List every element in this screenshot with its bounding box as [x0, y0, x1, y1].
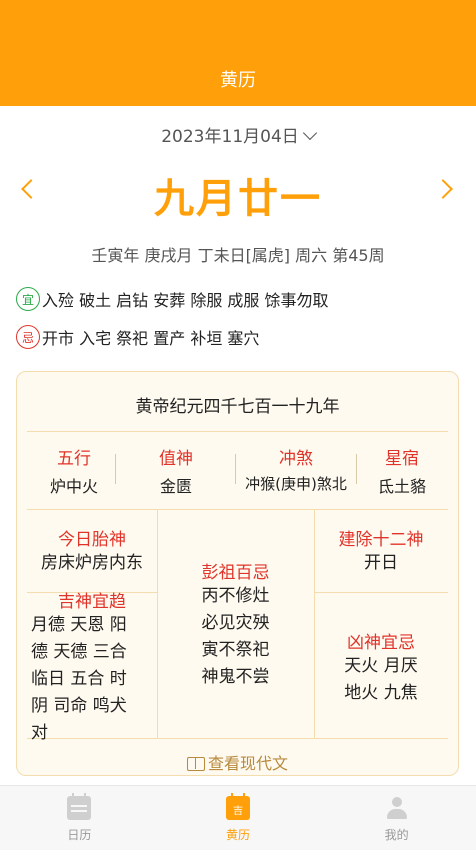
- book-icon: [186, 757, 205, 771]
- tab-huangli[interactable]: 吉 黄历: [159, 786, 318, 850]
- chongsha-value: 冲猴(庚申)煞北: [245, 475, 347, 493]
- xingxiu-value: 氐土貉: [377, 477, 426, 496]
- card-title: 黄帝纪元四千七百一十九年: [135, 397, 340, 417]
- page-title: 黄历: [220, 70, 256, 91]
- tab-bar: 日历 吉 黄历 我的: [0, 785, 476, 850]
- zhishen-value: 金匮: [159, 477, 192, 496]
- wuxing-label: 五行: [57, 449, 91, 469]
- jishen-line: 临日 五合 时: [31, 669, 127, 689]
- zhishen-cell: 值神 金匮: [121, 444, 231, 500]
- readmore-label: 查看现代文: [207, 754, 288, 773]
- yi-text: 入殓 破土 启钻 安葬 除服 成服 馀事勿取: [42, 291, 329, 310]
- xingxiu-cell: 星宿 氐土貉: [357, 444, 447, 500]
- jianchu-label: 建除十二神: [338, 530, 424, 550]
- tab-label: 日历: [67, 828, 92, 842]
- pengzu-line: 丙不修灶: [201, 586, 270, 606]
- wuxing-cell: 五行 炉中火: [27, 444, 121, 500]
- wuxing-value: 炉中火: [49, 477, 98, 496]
- xiongshen-label: 凶神宜忌: [347, 633, 415, 653]
- ji-text: 开市 入宅 祭祀 置产 补垣 塞穴: [42, 329, 260, 348]
- app-header: 黄历: [0, 0, 476, 106]
- xingxiu-label: 星宿: [385, 449, 419, 469]
- separator: [115, 454, 116, 484]
- divider: [27, 509, 448, 510]
- xiongshen-line: 天火 月厌: [344, 656, 418, 676]
- ji-row: 忌 开市 入宅 祭祀 置产 补垣 塞穴: [16, 325, 466, 349]
- jishen-line: 阴 司命 鸣犬: [31, 696, 127, 716]
- jishen-lines: 月德 天恩 阳 德 天德 三合 临日 五合 时 阴 司命 鸣犬 对: [31, 612, 155, 747]
- date-picker[interactable]: 2023年11月04日: [0, 122, 476, 147]
- jishen-line: 对: [31, 723, 48, 743]
- huangli-icon: 吉: [226, 793, 250, 820]
- calendar-icon: [67, 793, 92, 820]
- pengzu-lines: 丙不修灶 必见灾殃 寅不祭祀 神鬼不尝: [157, 583, 314, 691]
- lunar-date: 九月廿一: [154, 176, 322, 222]
- lunar-date-row: 九月廿一: [0, 160, 476, 224]
- pengzu-line: 神鬼不尝: [201, 667, 270, 687]
- read-modern-text-link[interactable]: 查看现代文: [17, 750, 458, 774]
- jianchu-value: 开日: [364, 553, 398, 573]
- jishen-line: 德 天德 三合: [31, 642, 127, 662]
- yi-row: 宜 入殓 破土 启钻 安葬 除服 成服 馀事勿取: [16, 287, 466, 311]
- xiongshen-line: 地火 九焦: [344, 683, 418, 703]
- almanac-card: 黄帝纪元四千七百一十九年 五行 炉中火 值神 金匮 冲煞 冲猴(庚申)煞北 星宿…: [16, 371, 459, 776]
- user-icon: [385, 796, 409, 820]
- divider: [314, 592, 448, 593]
- tab-label: 黄历: [226, 828, 251, 842]
- chevron-down-icon: [302, 125, 317, 141]
- taishen-value: 房床炉房内东: [41, 553, 143, 573]
- tab-calendar[interactable]: 日历: [0, 786, 159, 850]
- ganzhi-info: 壬寅年 庚戌月 丁未日[属虎] 周六 第45周: [91, 246, 385, 265]
- jishen-line: 月德 天恩 阳: [31, 615, 127, 635]
- ji-badge: 忌: [16, 325, 40, 349]
- yi-badge: 宜: [16, 287, 40, 311]
- tab-label: 我的: [384, 828, 409, 842]
- chongsha-cell: 冲煞 冲猴(庚申)煞北: [233, 444, 359, 500]
- solar-date: 2023年11月04日: [161, 127, 299, 147]
- tab-mine[interactable]: 我的: [317, 786, 476, 850]
- taishen-label: 今日胎神: [58, 530, 126, 550]
- xiongshen-lines: 天火 月厌 地火 九焦: [314, 653, 448, 707]
- pengzu-line: 寅不祭祀: [201, 640, 270, 660]
- divider: [27, 431, 448, 432]
- chongsha-label: 冲煞: [279, 449, 313, 469]
- pengzu-label: 彭祖百忌: [201, 563, 270, 583]
- jishen-label: 吉神宜趋: [58, 592, 126, 612]
- zhishen-label: 值神: [159, 449, 193, 469]
- pengzu-line: 必见灾殃: [201, 613, 270, 633]
